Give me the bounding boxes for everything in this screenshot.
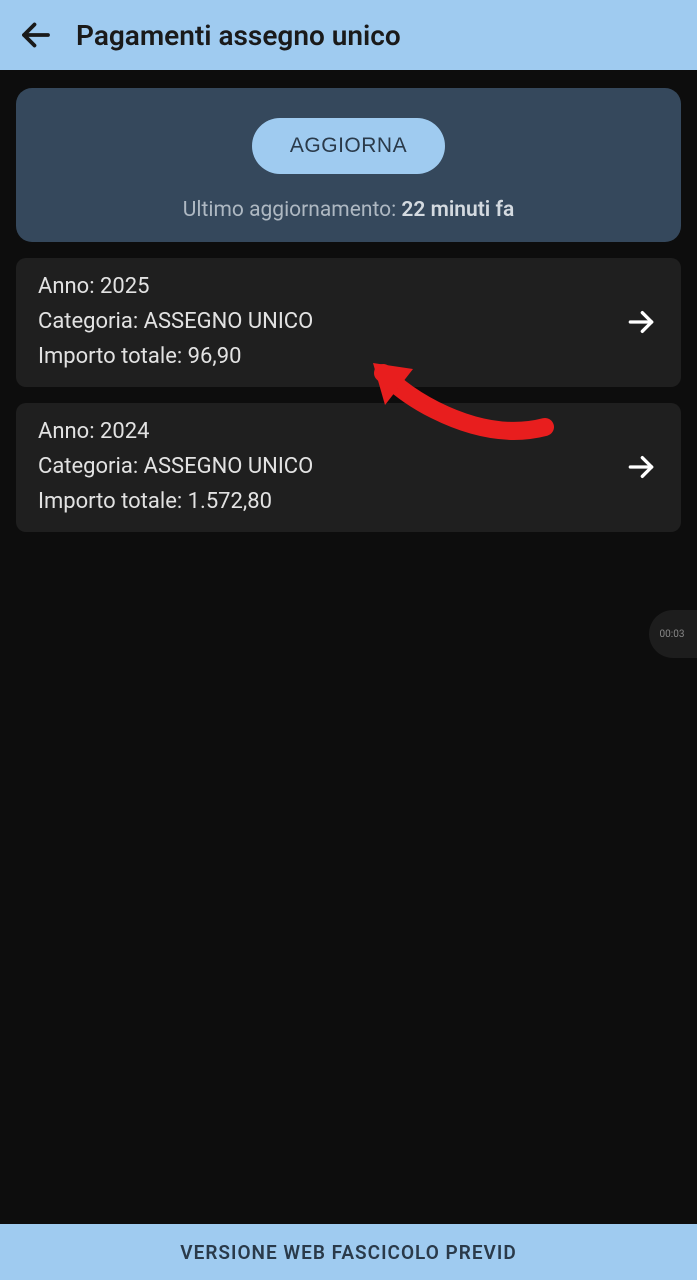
payment-importo-line: Importo totale: 96,90 [38,344,313,369]
importo-value: 96,90 [188,344,242,369]
payment-importo-line: Importo totale: 1.572,80 [38,489,313,514]
last-update-info: Ultimo aggiornamento: 22 minuti fa [36,198,661,222]
refresh-button[interactable]: AGGIORNA [252,118,445,174]
anno-value: 2024 [100,419,149,444]
last-update-prefix: Ultimo aggiornamento: [183,198,402,222]
footer-label: VERSIONE WEB FASCICOLO PREVID [180,1241,516,1264]
categoria-label: Categoria: [38,454,144,479]
payment-item-2024[interactable]: Anno: 2024 Categoria: ASSEGNO UNICO Impo… [16,403,681,532]
importo-value: 1.572,80 [188,489,272,514]
categoria-value: ASSEGNO UNICO [144,454,314,479]
page-title: Pagamenti assegno unico [76,19,401,52]
importo-label: Importo totale: [38,489,188,514]
video-time: 00:03 [660,629,685,640]
back-button[interactable] [18,17,54,53]
payment-anno-line: Anno: 2025 [38,274,313,299]
update-card: AGGIORNA Ultimo aggiornamento: 22 minuti… [16,88,681,242]
payment-item-text: Anno: 2025 Categoria: ASSEGNO UNICO Impo… [38,274,313,369]
payment-item-2025[interactable]: Anno: 2025 Categoria: ASSEGNO UNICO Impo… [16,258,681,387]
anno-value: 2025 [100,274,149,299]
footer-bar[interactable]: VERSIONE WEB FASCICOLO PREVID [0,1224,697,1280]
categoria-label: Categoria: [38,309,144,334]
payment-item-text: Anno: 2024 Categoria: ASSEGNO UNICO Impo… [38,419,313,514]
importo-label: Importo totale: [38,344,188,369]
chevron-right-icon [625,451,657,483]
last-update-time: 22 minuti fa [401,198,514,222]
chevron-right-icon [625,306,657,338]
payment-categoria-line: Categoria: ASSEGNO UNICO [38,454,313,479]
app-header: Pagamenti assegno unico [0,0,697,70]
payment-anno-line: Anno: 2024 [38,419,313,444]
categoria-value: ASSEGNO UNICO [144,309,314,334]
anno-label: Anno: [38,419,100,444]
payment-categoria-line: Categoria: ASSEGNO UNICO [38,309,313,334]
arrow-left-icon [18,17,54,53]
video-time-badge: 00:03 [649,610,697,658]
anno-label: Anno: [38,274,100,299]
content-area: AGGIORNA Ultimo aggiornamento: 22 minuti… [0,70,697,1224]
